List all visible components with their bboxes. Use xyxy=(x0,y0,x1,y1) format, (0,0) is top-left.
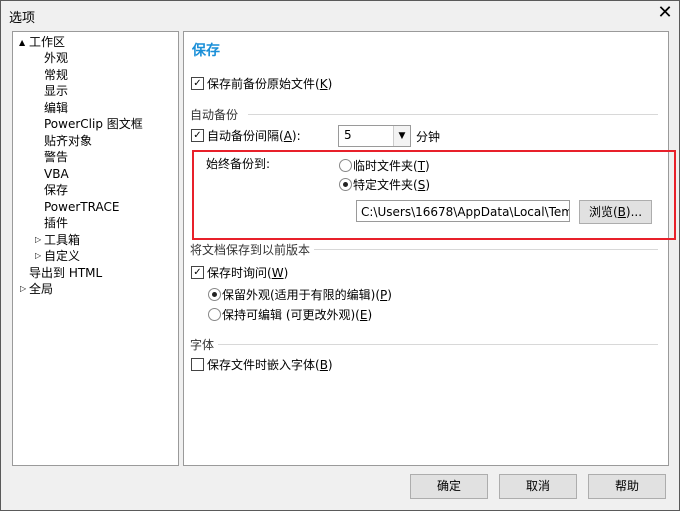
tree-item-display[interactable]: 显示 xyxy=(44,83,68,99)
backup-path-field[interactable]: C:\Users\16678\AppData\Local\Temp\ xyxy=(356,200,570,222)
chevron-down-icon[interactable]: ▼ xyxy=(393,126,410,146)
tree-item-vba[interactable]: VBA xyxy=(44,166,69,182)
close-icon[interactable]: ✕ xyxy=(653,1,677,25)
page-title: 保存 xyxy=(192,43,220,59)
tree-item-warnings[interactable]: 警告 xyxy=(44,149,68,165)
cancel-button[interactable]: 取消 xyxy=(499,474,577,499)
tree-item-workspace[interactable]: 工作区 xyxy=(29,34,65,50)
section-save-older: 将文档保存到以前版本 xyxy=(190,243,311,257)
divider xyxy=(248,114,658,115)
tree-item-global[interactable]: 全局 xyxy=(29,281,53,297)
tree-item-powerclip[interactable]: PowerClip 图文框 xyxy=(44,116,143,132)
interval-combobox[interactable]: 5 ▼ xyxy=(338,125,411,147)
browse-button[interactable]: 浏览(B)... xyxy=(579,200,652,224)
tree-item-powertrace[interactable]: PowerTRACE xyxy=(44,199,119,215)
category-tree[interactable]: ▲ 工作区 外观 常规 显示 编辑 PowerClip 图文框 贴齐对象 警告 … xyxy=(12,31,179,466)
options-dialog: 选项 ✕ ▲ 工作区 外观 常规 显示 编辑 PowerClip 图文框 贴齐对… xyxy=(0,0,680,511)
expand-icon[interactable]: ▷ xyxy=(20,281,26,297)
ask-on-save-checkbox[interactable]: ✓ xyxy=(191,266,204,279)
embed-fonts-checkbox[interactable] xyxy=(191,358,204,371)
keep-editable-label: 保持可编辑 (可更改外观)(E) xyxy=(222,308,373,322)
embed-fonts-label: 保存文件时嵌入字体(B) xyxy=(207,358,333,372)
always-backup-to-label: 始终备份到: xyxy=(206,157,271,171)
settings-pane: 保存 ✓ 保存前备份原始文件(K) 自动备份 ✓ 自动备份间隔(A): 5 ▼ … xyxy=(183,31,676,466)
collapse-icon[interactable]: ▲ xyxy=(19,35,25,51)
keep-appearance-label: 保留外观(适用于有限的编辑)(P) xyxy=(222,288,392,302)
interval-value: 5 xyxy=(344,128,352,142)
interval-unit: 分钟 xyxy=(416,130,441,144)
specific-folder-radio[interactable] xyxy=(339,178,352,191)
tree-item-edit[interactable]: 编辑 xyxy=(44,100,68,116)
tree-item-save[interactable]: 保存 xyxy=(44,182,68,198)
keep-appearance-radio[interactable] xyxy=(208,288,221,301)
tree-item-appearance[interactable]: 外观 xyxy=(44,50,68,66)
tree-item-general[interactable]: 常规 xyxy=(44,67,68,83)
tree-item-toolbox[interactable]: 工具箱 xyxy=(44,232,80,248)
section-autobackup: 自动备份 xyxy=(190,108,239,122)
specific-folder-label: 特定文件夹(S) xyxy=(353,178,430,192)
autobackup-interval-label: 自动备份间隔(A): xyxy=(207,129,301,143)
autobackup-checkbox[interactable]: ✓ xyxy=(191,129,204,142)
tree-item-customize[interactable]: 自定义 xyxy=(44,248,80,264)
ok-button[interactable]: 确定 xyxy=(410,474,488,499)
divider xyxy=(218,344,658,345)
expand-icon[interactable]: ▷ xyxy=(35,232,41,248)
expand-icon[interactable]: ▷ xyxy=(35,248,41,264)
backup-original-checkbox[interactable]: ✓ xyxy=(191,77,204,90)
ask-on-save-label: 保存时询问(W) xyxy=(207,266,289,280)
temp-folder-label: 临时文件夹(T) xyxy=(353,159,430,173)
tree-item-snap[interactable]: 贴齐对象 xyxy=(44,133,92,149)
window-title: 选项 xyxy=(9,11,36,26)
backup-original-label: 保存前备份原始文件(K) xyxy=(207,77,333,91)
tree-item-export-html[interactable]: 导出到 HTML xyxy=(29,265,102,281)
tree-item-plugins[interactable]: 插件 xyxy=(44,215,68,231)
section-font: 字体 xyxy=(190,338,215,352)
temp-folder-radio[interactable] xyxy=(339,159,352,172)
help-button[interactable]: 帮助 xyxy=(588,474,666,499)
divider xyxy=(314,249,658,250)
keep-editable-radio[interactable] xyxy=(208,308,221,321)
